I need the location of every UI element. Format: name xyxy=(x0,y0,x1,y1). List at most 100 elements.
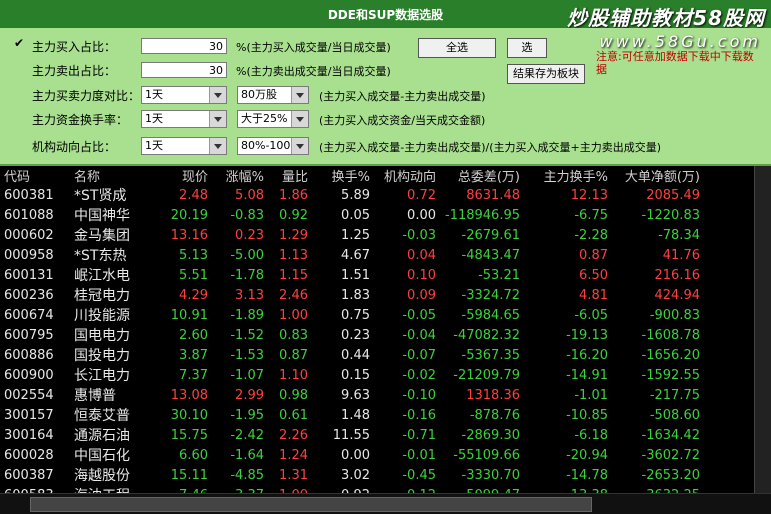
col-main-turnover[interactable]: 主力换手% xyxy=(524,166,612,185)
table-row[interactable]: 000602 金马集团 13.16 0.23 1.29 1.25 -0.03 -2679.61… xyxy=(0,225,704,245)
cell-total-bid-diff: -4843.47 xyxy=(461,247,520,263)
threshold-select[interactable]: 80万股 xyxy=(237,86,309,104)
cell-change: 2.99 xyxy=(235,387,264,403)
cell-big-net: -1634.42 xyxy=(641,427,700,443)
cell-total-bid-diff: 1318.36 xyxy=(466,387,520,403)
cell-volume-ratio: 1.24 xyxy=(279,447,308,463)
cell-code: 600236 xyxy=(4,287,54,303)
table-row[interactable]: 601088 中国神华 20.19 -0.83 0.92 0.05 0.00 -118946.… xyxy=(0,205,704,225)
cell-change: -1.53 xyxy=(230,347,264,363)
filter-checkbox-turnover[interactable] xyxy=(14,112,26,124)
table-row[interactable]: 600387 海越股份 15.11 -4.85 1.31 3.02 -0.45 -3330.7… xyxy=(0,465,704,485)
col-institution[interactable]: 机构动向 xyxy=(374,166,440,185)
col-big-net[interactable]: 大单净额(万) xyxy=(612,166,704,185)
filter-label: 机构动向占比： xyxy=(32,140,117,154)
check-icon: ✔ xyxy=(14,36,25,50)
watermark-url: www.58Gu.com xyxy=(599,32,761,51)
col-change[interactable]: 涨幅% xyxy=(212,166,268,185)
table-row[interactable]: 600795 国电电力 2.60 -1.52 0.83 0.23 -0.04 -47082.3… xyxy=(0,325,704,345)
cell-big-net: 41.76 xyxy=(662,247,700,263)
cell-code: 600886 xyxy=(4,347,54,363)
cell-total-bid-diff: -5367.35 xyxy=(461,347,520,363)
filter-label: 主力卖出占比： xyxy=(32,64,117,78)
table-row[interactable]: 600028 中国石化 6.60 -1.64 1.24 0.00 -0.01 -55109.6… xyxy=(0,445,704,465)
cell-institution: -0.71 xyxy=(402,427,436,443)
cell-volume-ratio: 1.86 xyxy=(279,187,308,203)
cell-main-turnover: -19.13 xyxy=(566,327,608,343)
table-row[interactable]: 600236 桂冠电力 4.29 3.13 2.46 1.83 0.09 -3324.72 4.… xyxy=(0,285,704,305)
table-row[interactable]: 600131 岷江水电 5.51 -1.78 1.15 1.51 0.10 -53.21 6.5… xyxy=(0,265,704,285)
cell-big-net: -1608.78 xyxy=(641,327,700,343)
scroll-thumb[interactable] xyxy=(30,497,592,512)
col-turnover[interactable]: 换手% xyxy=(312,166,374,185)
cell-volume-ratio: 0.83 xyxy=(279,327,308,343)
cell-big-net: -2653.20 xyxy=(641,467,700,483)
period-select[interactable]: 1天 xyxy=(141,110,227,128)
cell-institution: 0.09 xyxy=(407,287,436,303)
dde-sup-window: DDE和SUP数据选股 炒股辅助教材58股网 ✔ 主力买入占比： 30 %(主力… xyxy=(0,0,771,514)
table-row[interactable]: 300157 恒泰艾普 30.10 -1.95 0.61 1.48 -0.16 -878.76… xyxy=(0,405,704,425)
cell-main-turnover: -14.78 xyxy=(566,467,608,483)
col-total-bid-diff[interactable]: 总委差(万) xyxy=(440,166,524,185)
table-row[interactable]: 600381 *ST贤成 2.48 5.08 1.86 5.89 0.72 8631.48 12… xyxy=(0,185,704,205)
table-row[interactable]: 600674 川投能源 10.91 -1.89 1.00 0.75 -0.05 -5984.6… xyxy=(0,305,704,325)
filter-desc: (主力买入成交量-主力卖出成交量) xyxy=(319,90,486,103)
cell-name: *ST东热 xyxy=(74,248,127,264)
save-as-sector-button[interactable]: 结果存为板块 xyxy=(507,64,585,84)
cell-price: 13.16 xyxy=(170,227,208,243)
col-code[interactable]: 代码 xyxy=(0,166,70,185)
cell-code: 600674 xyxy=(4,307,54,323)
cell-total-bid-diff: -55109.66 xyxy=(453,447,520,463)
cell-change: 0.23 xyxy=(235,227,264,243)
title-bar: DDE和SUP数据选股 炒股辅助教材58股网 xyxy=(0,0,771,30)
table-row[interactable]: 002554 惠博普 13.08 2.99 0.98 9.63 -0.10 1318.36 -1… xyxy=(0,385,704,405)
horizontal-scrollbar[interactable] xyxy=(0,493,771,514)
cell-code: 600131 xyxy=(4,267,54,283)
period-select[interactable]: 1天 xyxy=(141,137,227,155)
table-row[interactable]: 600886 国投电力 3.87 -1.53 0.87 0.44 -0.07 -5367.35… xyxy=(0,345,704,365)
cell-name: 中国石化 xyxy=(74,448,130,464)
filter-checkbox-buy-ratio[interactable]: ✔ xyxy=(14,36,26,51)
threshold-select[interactable]: 大于25% xyxy=(237,110,309,128)
cell-total-bid-diff: -47082.32 xyxy=(453,327,520,343)
cell-turnover: 0.15 xyxy=(341,367,370,383)
threshold-select[interactable]: 80%-100% xyxy=(237,137,309,155)
cell-name: *ST贤成 xyxy=(74,188,127,204)
col-name[interactable]: 名称 xyxy=(70,166,158,185)
cell-change: -1.52 xyxy=(230,327,264,343)
cell-turnover: 1.25 xyxy=(341,227,370,243)
sell-ratio-input[interactable]: 30 xyxy=(141,62,227,78)
cell-volume-ratio: 2.26 xyxy=(279,427,308,443)
cell-volume-ratio: 0.98 xyxy=(279,387,308,403)
threshold-value: 80万股 xyxy=(241,88,277,101)
filter-checkbox-sell-ratio[interactable] xyxy=(14,63,26,75)
cell-change: -1.95 xyxy=(230,407,264,423)
cell-turnover: 4.67 xyxy=(341,247,370,263)
select-all-button[interactable]: 全选 xyxy=(418,38,496,58)
cell-institution: -0.02 xyxy=(402,367,436,383)
cell-code: 300164 xyxy=(4,427,54,443)
cell-total-bid-diff: -3330.70 xyxy=(461,467,520,483)
cell-institution: -0.45 xyxy=(402,467,436,483)
cell-main-turnover: -6.18 xyxy=(574,427,608,443)
cell-change: -1.07 xyxy=(230,367,264,383)
table-row[interactable]: 600900 长江电力 7.37 -1.07 1.10 0.15 -0.02 -21209.7… xyxy=(0,365,704,385)
col-volume-ratio[interactable]: 量比 xyxy=(268,166,312,185)
cell-price: 2.48 xyxy=(179,187,208,203)
cell-big-net: -1656.20 xyxy=(641,347,700,363)
table-row[interactable]: 000958 *ST东热 5.13 -5.00 1.13 4.67 0.04 -4843.47… xyxy=(0,245,704,265)
select-button[interactable]: 选 xyxy=(507,38,547,58)
col-price[interactable]: 现价 xyxy=(158,166,212,185)
buy-ratio-input[interactable]: 30 xyxy=(141,38,227,54)
table-row[interactable]: 300164 通源石油 15.75 -2.42 2.26 11.55 -0.71 -2869.… xyxy=(0,425,704,445)
vertical-scrollbar[interactable] xyxy=(754,166,771,494)
cell-change: -1.78 xyxy=(230,267,264,283)
filter-checkbox-strength[interactable] xyxy=(14,88,26,100)
cell-name: 长江电力 xyxy=(74,368,130,384)
watermark-text: 炒股辅助教材58股网 xyxy=(567,6,765,30)
period-select[interactable]: 1天 xyxy=(141,86,227,104)
cell-name: 国投电力 xyxy=(74,348,130,364)
cell-code: 601088 xyxy=(4,207,54,223)
cell-institution: 0.10 xyxy=(407,267,436,283)
filter-checkbox-institution[interactable] xyxy=(14,139,26,151)
